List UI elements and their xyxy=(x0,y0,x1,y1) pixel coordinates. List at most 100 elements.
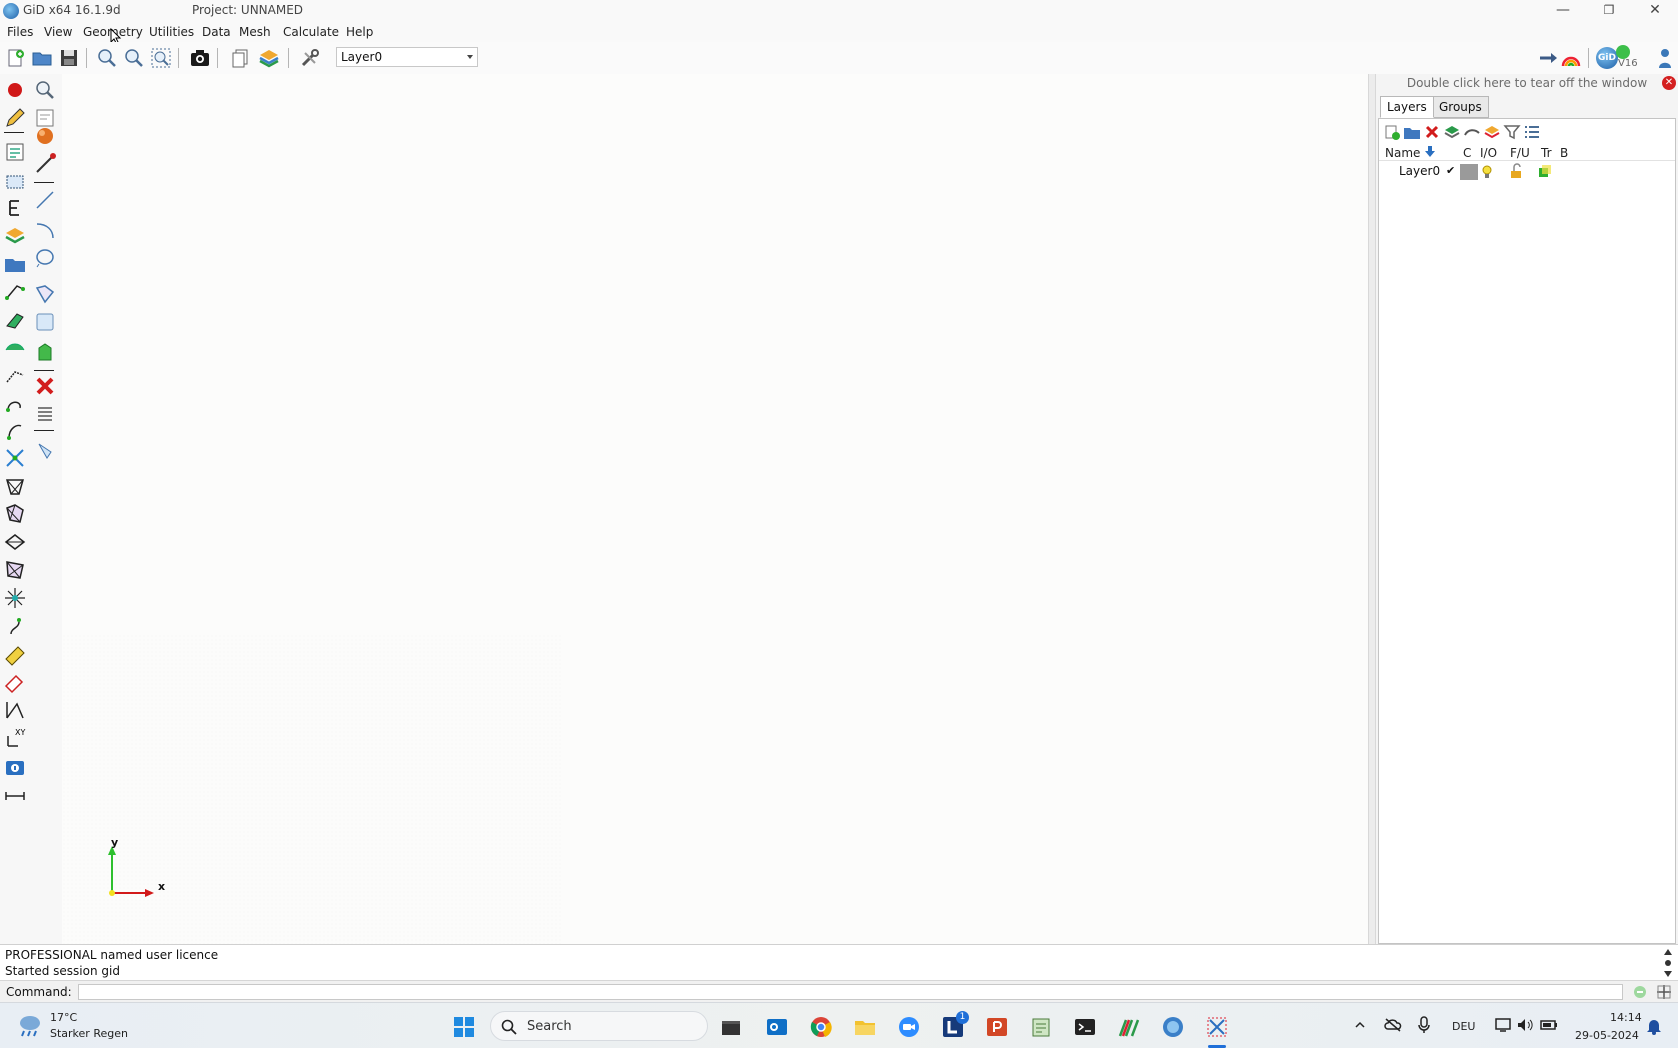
sphere-icon[interactable] xyxy=(33,124,57,148)
windows-start-icon[interactable] xyxy=(453,1016,475,1038)
minimize-button[interactable]: — xyxy=(1540,0,1586,22)
column-io[interactable]: I/O xyxy=(1480,146,1497,160)
list-icon[interactable] xyxy=(33,402,57,426)
open-folder-icon[interactable] xyxy=(31,47,53,69)
select-box-icon[interactable] xyxy=(3,170,27,194)
menu-calculate[interactable]: Calculate xyxy=(283,25,339,39)
rainbow-icon[interactable] xyxy=(1560,47,1582,69)
mesh-edit-icon[interactable] xyxy=(3,474,27,498)
menu-files[interactable]: Files xyxy=(7,25,33,39)
nurbs-icon[interactable] xyxy=(3,280,27,304)
rename-icon[interactable] xyxy=(1463,123,1481,141)
menu-data[interactable]: Data xyxy=(202,25,231,39)
transparency-icon[interactable] xyxy=(1538,164,1552,178)
output-scrollbar[interactable] xyxy=(1662,947,1674,979)
layers-stack-icon[interactable] xyxy=(258,47,280,69)
layer-stack-icon[interactable] xyxy=(1443,123,1461,141)
outlook-icon[interactable] xyxy=(766,1016,788,1038)
column-tr[interactable]: Tr xyxy=(1541,146,1552,160)
list-view-icon[interactable] xyxy=(1523,123,1541,141)
arrow-right-icon[interactable] xyxy=(1538,47,1560,69)
circle-icon[interactable] xyxy=(33,246,57,270)
xy-axis-icon[interactable]: XY xyxy=(3,726,27,750)
notification-bell-icon[interactable] xyxy=(1646,1017,1662,1035)
zoom-app-icon[interactable] xyxy=(898,1016,920,1038)
unlocked-icon[interactable] xyxy=(1509,163,1523,179)
camera-icon[interactable] xyxy=(189,47,211,69)
info-icon[interactable] xyxy=(3,756,27,780)
cloud-offline-icon[interactable] xyxy=(1384,1017,1402,1033)
layers-icon[interactable] xyxy=(3,224,27,248)
surface-icon[interactable] xyxy=(3,308,27,332)
copy-page-icon[interactable] xyxy=(229,47,251,69)
microphone-icon[interactable] xyxy=(1418,1016,1430,1034)
file-explorer-icon[interactable] xyxy=(854,1016,876,1038)
layer-active-check[interactable]: ✔ xyxy=(1446,164,1455,177)
move-icon[interactable] xyxy=(3,364,27,388)
graphics-canvas[interactable]: y x xyxy=(62,74,1368,944)
layer-row[interactable]: Layer0 ✔ xyxy=(1379,163,1675,181)
eraser-icon[interactable] xyxy=(3,670,27,694)
dimension-icon[interactable] xyxy=(3,698,27,722)
terminal-dark-icon[interactable] xyxy=(720,1016,742,1038)
battery-icon[interactable] xyxy=(1540,1017,1558,1033)
menu-utilities[interactable]: Utilities xyxy=(149,25,194,39)
delete-icon[interactable] xyxy=(33,374,57,398)
delete-layer-icon[interactable] xyxy=(1423,123,1441,141)
line-icon[interactable] xyxy=(33,188,57,212)
polyline-icon[interactable] xyxy=(33,282,57,306)
filter-icon[interactable] xyxy=(1503,123,1521,141)
palette-icon[interactable] xyxy=(1483,123,1501,141)
distance-icon[interactable] xyxy=(3,784,27,808)
layer-select[interactable]: Layer0 xyxy=(336,47,478,67)
tools-icon[interactable] xyxy=(299,47,321,69)
clock-date[interactable]: 29-05-2024 xyxy=(1575,1029,1639,1042)
panel-splitter[interactable] xyxy=(1368,74,1376,944)
tab-groups[interactable]: Groups xyxy=(1432,96,1489,118)
column-name[interactable]: Name xyxy=(1385,146,1420,160)
taskbar-search[interactable]: Search xyxy=(490,1011,708,1041)
volume-icon[interactable] xyxy=(33,340,57,364)
network-icon[interactable] xyxy=(1494,1017,1512,1033)
new-file-icon[interactable] xyxy=(5,47,27,69)
edit-text-icon[interactable] xyxy=(3,196,27,220)
zoom-icon[interactable] xyxy=(33,78,57,102)
panel-close-icon[interactable]: ✕ xyxy=(1662,76,1676,90)
point-red-icon[interactable] xyxy=(3,78,27,102)
mesh-star-icon[interactable] xyxy=(3,586,27,610)
pin-icon[interactable] xyxy=(3,614,27,638)
close-button[interactable]: ✕ xyxy=(1632,0,1678,22)
bulb-on-icon[interactable] xyxy=(1481,164,1493,180)
maximize-button[interactable]: ❐ xyxy=(1586,0,1632,22)
rect-surface-icon[interactable] xyxy=(33,310,57,334)
volume-icon[interactable] xyxy=(1516,1017,1534,1033)
snipping-tool-icon[interactable] xyxy=(1206,1016,1228,1038)
mesh-surface-icon[interactable] xyxy=(3,336,27,360)
command-input[interactable] xyxy=(78,984,1623,1000)
hoop-icon[interactable] xyxy=(33,438,57,462)
user-icon[interactable] xyxy=(1654,47,1676,69)
gid-app-icon[interactable] xyxy=(1162,1016,1184,1038)
arc-icon[interactable] xyxy=(33,218,57,242)
terminal-icon[interactable] xyxy=(1074,1016,1096,1038)
sort-down-icon[interactable] xyxy=(1423,145,1437,159)
status-green-icon[interactable] xyxy=(1632,984,1648,1000)
powerpoint-icon[interactable] xyxy=(986,1016,1008,1038)
language-indicator[interactable]: DEU xyxy=(1452,1020,1475,1033)
grid-toggle-icon[interactable] xyxy=(1656,984,1672,1000)
chevron-up-icon[interactable] xyxy=(1354,1019,1366,1031)
zoom-frame-icon[interactable] xyxy=(150,47,172,69)
pencil-icon[interactable] xyxy=(3,106,27,130)
copy-icon[interactable] xyxy=(3,418,27,442)
new-layer-icon[interactable] xyxy=(1383,123,1401,141)
folder-icon[interactable] xyxy=(3,252,27,276)
new-sublayer-icon[interactable] xyxy=(1403,123,1421,141)
tearoff-bar[interactable]: Double click here to tear off the window xyxy=(1376,74,1678,92)
column-fu[interactable]: F/U xyxy=(1510,146,1530,160)
zoom-out-icon[interactable] xyxy=(123,47,145,69)
edit-curve-icon[interactable] xyxy=(3,390,27,414)
column-color[interactable]: C xyxy=(1463,146,1471,160)
notepad-icon[interactable] xyxy=(1030,1016,1052,1038)
menu-mesh[interactable]: Mesh xyxy=(239,25,271,39)
menu-view[interactable]: View xyxy=(44,25,72,39)
